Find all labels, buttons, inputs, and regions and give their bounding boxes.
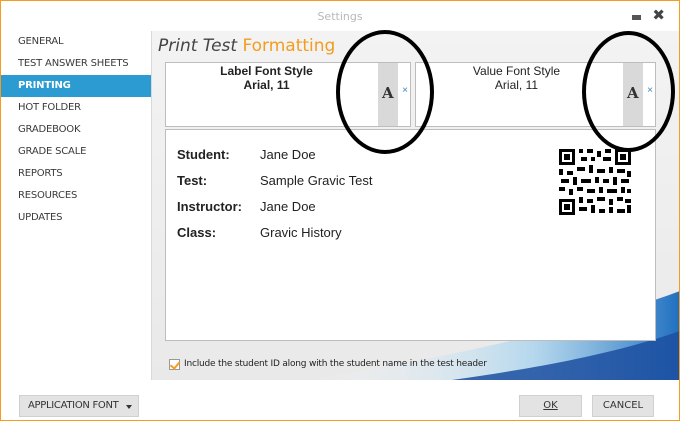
value-font-style-title: Value Font Style xyxy=(472,64,561,78)
preview-label: Student: xyxy=(177,147,230,162)
close-icon[interactable]: ✖ xyxy=(652,6,665,24)
test-header-preview: Student: Jane Doe Test: Sample Gravic Te… xyxy=(165,129,656,341)
sidebar-item-reports[interactable]: REPORTS xyxy=(1,163,151,185)
application-font-label: APPLICATION FONT xyxy=(28,400,119,411)
application-font-dropdown[interactable]: APPLICATION FONT xyxy=(19,395,139,417)
sidebar-item-general[interactable]: GENERAL xyxy=(1,31,151,53)
include-student-id-label: Include the student ID along with the st… xyxy=(184,359,487,369)
cancel-label: CANCEL xyxy=(602,400,644,411)
preview-label: Test: xyxy=(177,173,208,188)
window-title: Settings xyxy=(317,10,363,23)
sidebar-item-updates[interactable]: UPDATES xyxy=(1,207,151,229)
page-title-part2: Formatting xyxy=(242,36,336,56)
settings-sidebar: GENERAL TEST ANSWER SHEETS PRINTING HOT … xyxy=(1,31,159,380)
value-font-style-value: Arial, 11 xyxy=(494,78,539,92)
label-font-style-box: Label Font Style Arial, 11 A × xyxy=(165,62,411,127)
label-font-style-value: Arial, 11 xyxy=(243,78,290,92)
sidebar-item-hot-folder[interactable]: HOT FOLDER xyxy=(1,97,151,119)
preview-label: Class: xyxy=(177,225,217,240)
value-font-style-box: Value Font Style Arial, 11 A × xyxy=(415,62,656,127)
dialog-footer: APPLICATION FONT OK CANCEL xyxy=(1,380,679,420)
settings-window: Settings ✖ GENERAL TEST ANSWER SHEETS PR… xyxy=(0,0,680,421)
preview-value: Jane Doe xyxy=(260,147,316,162)
printing-panel: Print Test Formatting Label Font Style A… xyxy=(151,31,679,380)
font-icon: A xyxy=(382,84,394,102)
label-font-style-title: Label Font Style xyxy=(220,64,313,78)
chevron-down-icon xyxy=(126,405,132,409)
page-title-part1: Print Test xyxy=(158,36,238,56)
preview-value: Sample Gravic Test xyxy=(260,173,373,188)
ok-label: OK xyxy=(543,400,558,411)
font-icon: A xyxy=(627,84,639,102)
page-title: Print Test Formatting xyxy=(158,36,335,56)
preview-value: Jane Doe xyxy=(260,199,316,214)
clear-value-font-icon[interactable]: × xyxy=(647,85,653,96)
sidebar-item-printing[interactable]: PRINTING xyxy=(1,75,159,97)
include-student-id-checkbox[interactable] xyxy=(169,359,180,370)
minimize-icon[interactable] xyxy=(632,15,641,20)
sidebar-item-grade-scale[interactable]: GRADE SCALE xyxy=(1,141,151,163)
value-font-picker-button[interactable]: A xyxy=(623,63,643,126)
sidebar-item-test-answer-sheets[interactable]: TEST ANSWER SHEETS xyxy=(1,53,151,75)
clear-label-font-icon[interactable]: × xyxy=(402,85,408,96)
preview-value: Gravic History xyxy=(260,225,342,240)
cancel-button[interactable]: CANCEL xyxy=(592,395,654,417)
ok-button[interactable]: OK xyxy=(519,395,582,417)
title-bar: Settings ✖ xyxy=(1,1,679,31)
sidebar-item-gradebook[interactable]: GRADEBOOK xyxy=(1,119,151,141)
label-font-picker-button[interactable]: A xyxy=(378,63,398,126)
qr-code-icon xyxy=(557,147,633,217)
sidebar-item-resources[interactable]: RESOURCES xyxy=(1,185,151,207)
preview-label: Instructor: xyxy=(177,199,242,214)
